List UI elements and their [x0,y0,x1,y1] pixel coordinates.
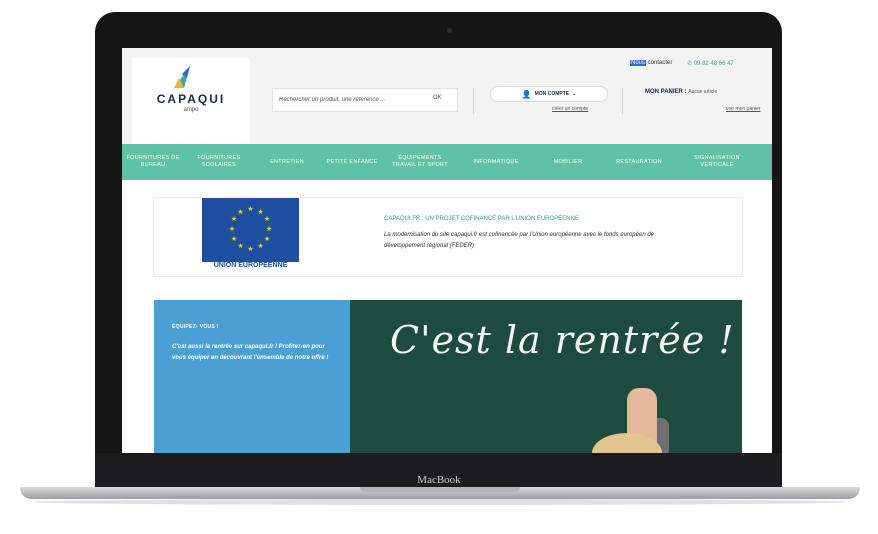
svg-text:★: ★ [264,235,270,243]
contact-label: contacter [646,60,673,66]
svg-text:★: ★ [266,225,272,233]
svg-text:★: ★ [231,235,237,243]
eu-text: La modernisation du site capaqui.fr est … [384,232,654,249]
phone-text: 09 82 48 66 47 [693,61,734,67]
promo-panel[interactable] [154,300,350,453]
contact-link[interactable]: Nous contacter [630,60,672,66]
nav-item-entretien[interactable]: ENTRETIEN [256,144,318,180]
divider [622,88,623,114]
account-label: MON COMPTE [534,91,570,97]
nav-item-equipements[interactable]: ÉQUIPEMENTS TRAVAIL ET SPORT [388,144,452,180]
svg-text:★: ★ [257,208,263,216]
phone-icon: ✆ [687,61,694,67]
site-header: CAPAQUI ampo OK 👤 MON COMPTE ⌄ créer un … [122,48,772,144]
cart-summary[interactable]: MON PANIER : Aucun article [645,89,717,95]
browser-screen: CAPAQUI ampo OK 👤 MON COMPTE ⌄ créer un … [122,48,772,453]
nav-item-petite-enfance[interactable]: PETITE ENFANCE [320,144,384,180]
svg-text:★: ★ [247,205,253,213]
divider [473,88,474,114]
phone-number[interactable]: ✆ 09 82 48 66 47 [687,60,734,67]
svg-text:★: ★ [237,242,243,250]
svg-text:★: ★ [229,225,235,233]
svg-text:★: ★ [247,245,253,253]
cart-title: MON PANIER : [645,89,687,95]
logo-sub: ampo [183,107,199,113]
search-ok-button[interactable]: OK [433,95,442,101]
eu-flag-icon: ★ ★ ★ ★ ★ ★ ★ ★ ★ ★ ★ ★ [202,198,299,262]
chevron-down-icon: ⌄ [572,91,577,97]
cart-count: Aucun article [688,89,718,95]
nav-item-fournitures-bureau[interactable]: FOURNITURES DE BUREAU [122,144,184,180]
account-button[interactable]: 👤 MON COMPTE ⌄ [490,86,608,102]
main-nav: FOURNITURES DE BUREAU FOURNITURES SCOLAI… [122,144,772,180]
eu-flag-caption: UNION EUROPÉENNE [202,262,299,272]
device-brand: MacBook [417,474,461,486]
laptop-shadow [30,499,850,505]
camera [447,28,452,33]
svg-text:★: ★ [257,242,263,250]
laptop-notch [360,487,520,492]
logo[interactable]: CAPAQUI ampo [132,58,250,144]
nav-item-signalisation[interactable]: SIGNALISATION VERTICALE [682,144,752,180]
contact-prefix: Nous [630,60,647,66]
svg-text:★: ★ [264,215,270,223]
nav-item-informatique[interactable]: INFORMATIQUE [456,144,536,180]
view-cart-link[interactable]: voir mon panier [726,106,760,112]
logo-mark-icon [174,66,190,88]
nav-item-mobilier[interactable]: MOBILIER [540,144,596,180]
svg-text:★: ★ [231,215,237,223]
promo-chalk-text: C'est la rentrée ! [390,318,735,362]
eu-title: CAPAQUI.FR : UN PROJET COFINANCÉ PAR L'U… [384,216,579,222]
nav-item-fournitures-scolaires[interactable]: FOURNITURES SCOLAIRES [184,144,254,180]
promo-title: ÉQUIPEZ- VOUS ! [172,324,219,330]
promo-text: C'est aussi la rentrée sur capaqui.fr ! … [172,344,329,361]
user-icon: 👤 [521,89,532,99]
create-account-link[interactable]: créer un compte [552,106,588,112]
nav-item-restauration[interactable]: RESTAURATION [600,144,678,180]
search-input[interactable] [279,89,419,111]
search-box: OK [272,88,458,112]
svg-text:★: ★ [237,208,243,216]
logo-name: CAPAQUI [156,92,226,106]
